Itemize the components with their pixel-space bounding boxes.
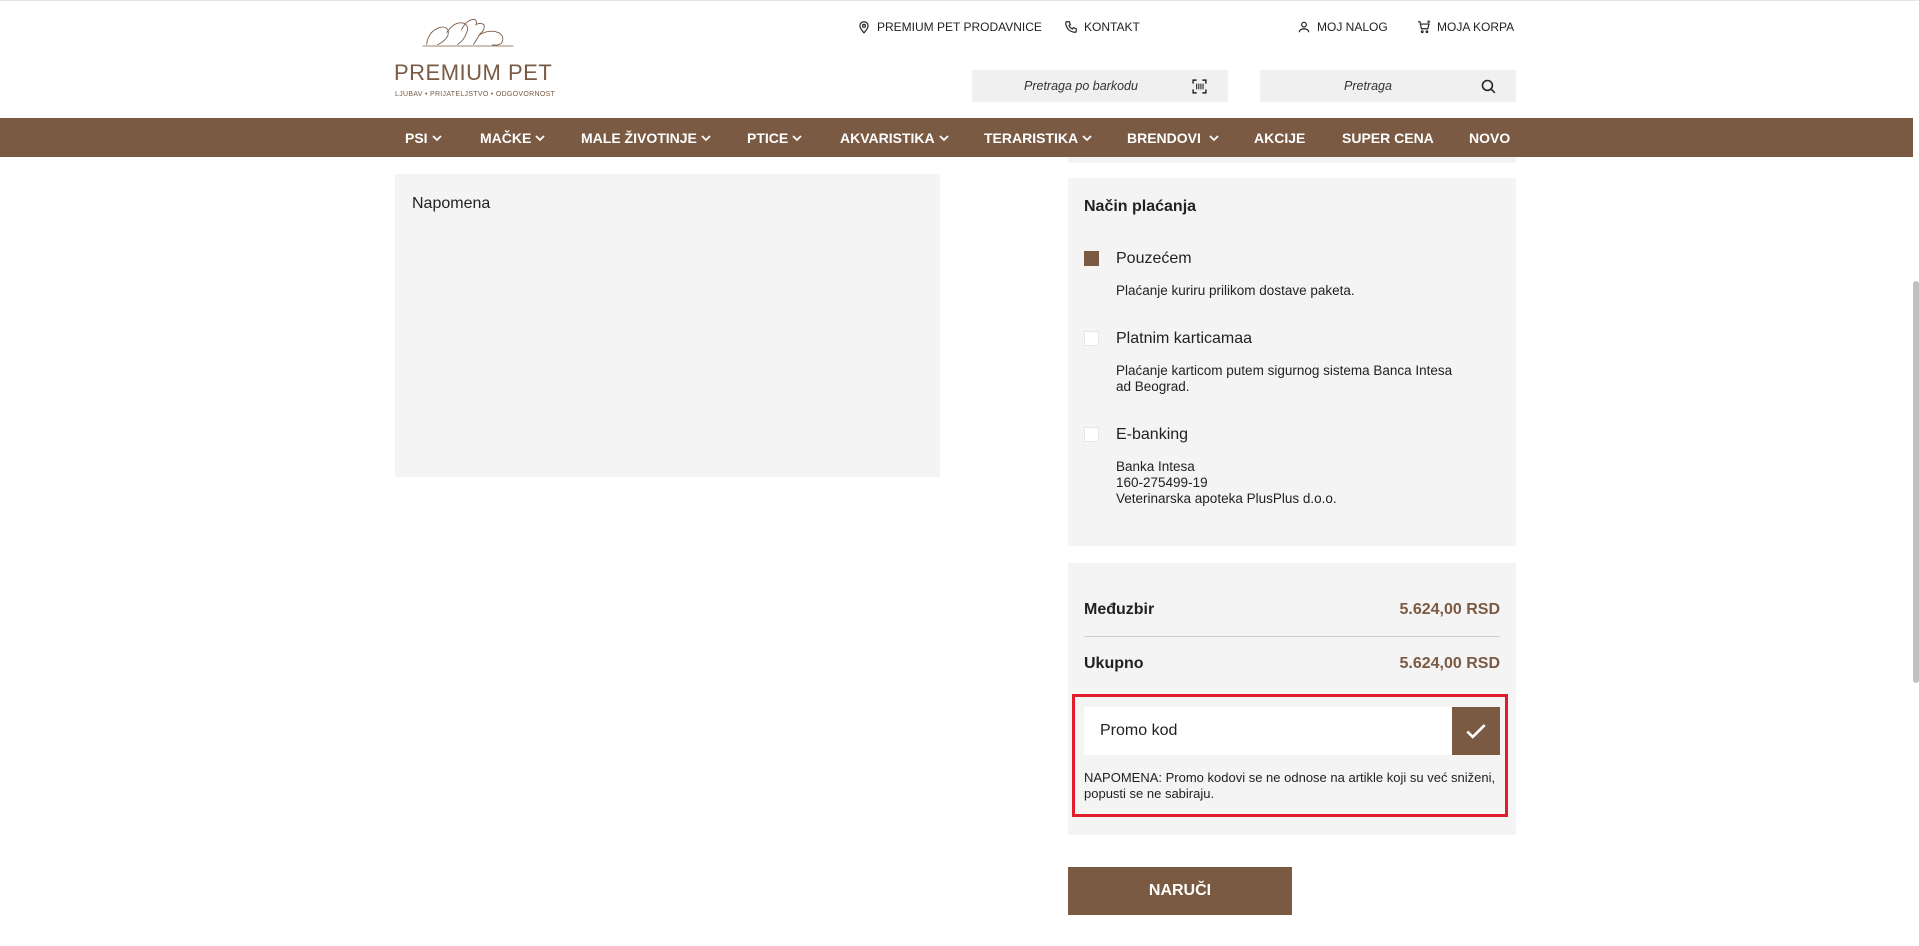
note-textarea[interactable]	[395, 174, 940, 477]
account-link[interactable]: MOJ NALOG	[1297, 19, 1388, 35]
logo-tagline: LJUBAV • PRIJATELJSTVO • ODGOVORNOST	[395, 91, 556, 98]
main-nav	[0, 118, 1913, 157]
cart-link[interactable]: MOJA KORPA	[1417, 19, 1514, 35]
nav-item-label: MAČKE	[480, 129, 532, 146]
user-icon	[1298, 21, 1310, 33]
barcode-search-placeholder: Pretraga po barkodu	[1024, 79, 1138, 93]
nav-item-akcije[interactable]: AKCIJE	[1254, 118, 1305, 157]
cart-link-label: MOJA KORPA	[1437, 20, 1515, 34]
payment-option-ebanking-desc-line: Banka Intesa	[1116, 459, 1195, 474]
barcode-scan-icon[interactable]	[1191, 78, 1208, 95]
nav-item-label: TERARISTIKA	[984, 129, 1079, 146]
promo-note: NAPOMENA: Promo kodovi se ne odnose na a…	[1084, 770, 1496, 801]
payment-option-ebanking-desc-line: Veterinarska apoteka PlusPlus d.o.o.	[1116, 491, 1337, 506]
logo-animals-icon[interactable]	[420, 18, 520, 62]
nav-item-male-zivotinje[interactable]: MALE ŽIVOTINJE	[581, 118, 711, 157]
logo-text[interactable]: PREMIUM PET	[394, 61, 552, 85]
nav-item-label: MALE ŽIVOTINJE	[581, 129, 697, 146]
summary-divider	[1084, 636, 1500, 637]
nav-item-akvaristika[interactable]: AKVARISTIKA	[840, 118, 949, 157]
phone-icon	[1065, 21, 1077, 33]
payment-option-card-desc-line: Plaćanje karticom putem sigurnog sistema…	[1116, 363, 1453, 378]
checkmark-icon	[1466, 724, 1486, 739]
barcode-search-field[interactable]: Pretraga po barkodu	[972, 70, 1228, 102]
nav-item-brendovi[interactable]: BRENDOVI	[1127, 118, 1219, 157]
search-field[interactable]: Pretraga	[1260, 70, 1516, 102]
note-label: Napomena	[412, 195, 491, 212]
payment-option-cod-checkbox[interactable]	[1084, 251, 1099, 266]
total-label: Ukupno	[1084, 655, 1144, 672]
chevron-down-icon	[1209, 134, 1219, 141]
payment-option-cod-label[interactable]: Pouzećem	[1116, 250, 1192, 268]
chevron-down-icon	[535, 134, 545, 141]
chevron-down-icon	[939, 134, 949, 141]
nav-item-label: AKCIJE	[1254, 129, 1306, 146]
nav-item-label: BRENDOVI	[1127, 129, 1201, 146]
total-value: 5.624,00 RSD	[1399, 655, 1500, 672]
contact-link-label: KONTAKT	[1084, 20, 1140, 34]
promo-apply-button[interactable]	[1452, 707, 1500, 755]
panel-strip	[1068, 157, 1516, 163]
payment-option-card-label[interactable]: Platnim karticamaa	[1116, 330, 1252, 348]
nav-item-ptice[interactable]: PTICE	[747, 118, 802, 157]
stores-link-label: PREMIUM PET PRODAVNICE	[877, 20, 1042, 34]
nav-item-label: PTICE	[747, 129, 789, 146]
nav-item-label: PSI	[405, 129, 428, 146]
nav-item-label: NOVO	[1469, 129, 1511, 146]
payment-option-ebanking-label[interactable]: E-banking	[1116, 426, 1188, 444]
chevron-down-icon	[431, 134, 442, 141]
chevron-down-icon	[701, 134, 711, 141]
nav-item-label: AKVARISTIKA	[840, 129, 935, 146]
nav-item-macke[interactable]: MAČKE	[480, 118, 545, 157]
stores-link[interactable]: PREMIUM PET PRODAVNICE	[857, 19, 1042, 35]
search-icon[interactable]	[1480, 78, 1497, 95]
nav-item-novo[interactable]: NOVO	[1469, 118, 1510, 157]
nav-item-psi[interactable]: PSI	[405, 118, 442, 157]
subtotal-label: Međuzbir	[1084, 601, 1155, 618]
page-scrollbar[interactable]	[1913, 281, 1919, 683]
payment-title: Način plaćanja	[1084, 198, 1197, 215]
chevron-down-icon	[1082, 134, 1092, 141]
search-placeholder: Pretraga	[1344, 79, 1392, 93]
cart-icon	[1418, 20, 1431, 34]
nav-item-teraristika[interactable]: TERARISTIKA	[984, 118, 1092, 157]
payment-option-ebanking-desc-line: 160-275499-19	[1116, 475, 1208, 490]
payment-option-card-checkbox[interactable]	[1084, 331, 1099, 346]
account-link-label: MOJ NALOG	[1317, 20, 1388, 34]
nav-item-label: SUPER CENA	[1342, 129, 1434, 146]
nav-item-super-cena[interactable]: SUPER CENA	[1342, 118, 1434, 157]
payment-option-ebanking-checkbox[interactable]	[1084, 427, 1099, 442]
location-pin-icon	[859, 21, 869, 34]
chevron-down-icon	[792, 134, 802, 141]
subtotal-value: 5.624,00 RSD	[1399, 601, 1500, 618]
payment-option-card-desc-line: ad Beograd.	[1116, 379, 1190, 394]
top-border	[0, 0, 1919, 1]
promo-code-input[interactable]	[1084, 707, 1452, 755]
order-button[interactable]: NARUČI	[1068, 867, 1292, 915]
contact-link[interactable]: KONTAKT	[1064, 19, 1140, 35]
payment-option-cod-desc: Plaćanje kuriru prilikom dostave paketa.	[1116, 283, 1355, 298]
